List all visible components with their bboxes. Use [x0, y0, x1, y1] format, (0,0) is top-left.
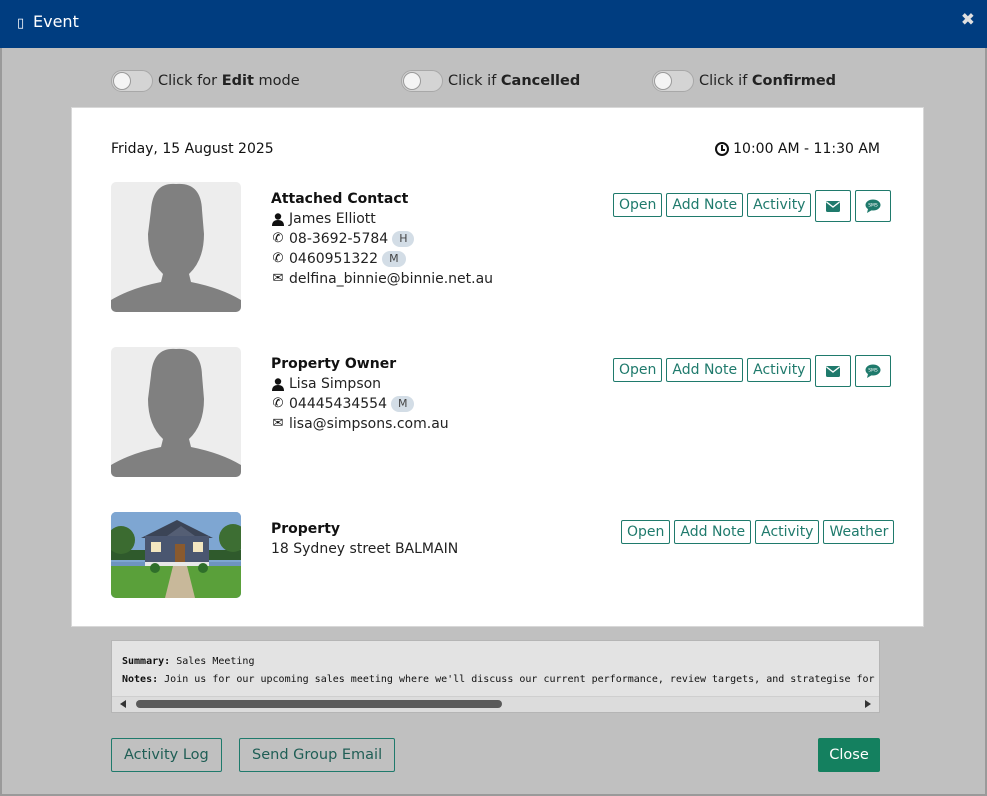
user-icon	[271, 212, 285, 226]
house-photo-image	[111, 512, 241, 598]
contact-heading: Attached Contact	[271, 191, 409, 207]
contact-phone-mobile[interactable]: 0460951322	[289, 249, 378, 269]
owner-name-row: Lisa Simpson	[271, 374, 449, 394]
envelope-icon: ✉	[272, 416, 284, 431]
person-silhouette-icon	[111, 183, 241, 312]
confirmed-toggle[interactable]	[652, 70, 694, 92]
cancelled-label: Click if Cancelled	[448, 73, 581, 89]
svg-text:SMS: SMS	[869, 368, 879, 374]
owner-open-button[interactable]: Open	[613, 358, 663, 382]
envelope-icon	[826, 365, 841, 377]
edit-mode-toggle[interactable]	[111, 70, 153, 92]
owner-email-button[interactable]	[815, 355, 852, 387]
contact-phone-home[interactable]: 08-3692-5784	[289, 229, 388, 249]
notes-line: Notes: Join us for our upcoming sales me…	[122, 674, 875, 685]
owner-email-row: ✉ lisa@simpsons.com.au	[271, 414, 449, 434]
phone-type-badge: H	[392, 231, 415, 247]
owner-actions: Open Add Note Activity SMS	[613, 355, 892, 387]
phone-icon: ✆	[272, 396, 284, 411]
contact-name-row: James Elliott	[271, 209, 493, 229]
dialog-title: Event	[33, 12, 79, 31]
property-info: Property 18 Sydney street BALMAIN	[271, 519, 458, 559]
contact-actions: Open Add Note Activity SMS	[613, 190, 892, 222]
phone-type-badge: M	[390, 396, 415, 412]
event-time-text: 10:00 AM - 11:30 AM	[733, 141, 880, 157]
scrollbar-thumb[interactable]	[136, 700, 502, 708]
user-icon	[271, 377, 285, 391]
person-silhouette-icon	[111, 348, 241, 477]
envelope-icon: ✉	[272, 271, 284, 286]
owner-add-note-button[interactable]: Add Note	[666, 358, 744, 382]
calendar-icon: ▯	[17, 16, 25, 31]
property-photo	[111, 512, 241, 598]
contact-open-button[interactable]: Open	[613, 193, 663, 217]
contact-sms-button[interactable]: SMS	[855, 190, 892, 222]
contact-add-note-button[interactable]: Add Note	[666, 193, 744, 217]
property-activity-button[interactable]: Activity	[755, 520, 820, 544]
event-notes-box[interactable]: Summary: Sales Meeting Notes: Join us fo…	[111, 640, 880, 713]
owner-info: Property Owner Lisa Simpson ✆ 0444543455…	[271, 354, 449, 434]
owner-sms-button[interactable]: SMS	[855, 355, 892, 387]
phone-icon: ✆	[272, 231, 284, 246]
edit-mode-toggle-row: Click for Edit mode	[111, 70, 300, 92]
contact-name: James Elliott	[289, 211, 376, 227]
owner-name: Lisa Simpson	[289, 376, 382, 392]
toggle-knob	[654, 72, 672, 90]
phone-icon: ✆	[272, 251, 284, 266]
contact-avatar	[111, 182, 241, 312]
cancelled-toggle-row: Click if Cancelled	[401, 70, 580, 92]
close-icon[interactable]: ✖	[961, 10, 975, 30]
close-button[interactable]: Close	[818, 738, 880, 772]
confirmed-label: Click if Confirmed	[699, 73, 837, 89]
toggle-knob	[403, 72, 421, 90]
svg-text:SMS: SMS	[869, 203, 879, 209]
sms-icon: SMS	[865, 364, 881, 378]
owner-phone-row: ✆ 04445434554 M	[271, 394, 449, 414]
sms-icon: SMS	[865, 199, 881, 213]
owner-activity-button[interactable]: Activity	[747, 358, 812, 382]
clock-icon	[715, 142, 730, 156]
cancelled-toggle[interactable]	[401, 70, 443, 92]
event-time: 10:00 AM - 11:30 AM	[715, 141, 880, 157]
owner-avatar	[111, 347, 241, 477]
property-actions: Open Add Note Activity Weather	[621, 520, 895, 544]
activity-log-button[interactable]: Activity Log	[111, 738, 222, 772]
property-open-button[interactable]: Open	[621, 520, 671, 544]
event-date: Friday, 15 August 2025	[111, 141, 274, 157]
property-add-note-button[interactable]: Add Note	[674, 520, 752, 544]
owner-email[interactable]: lisa@simpsons.com.au	[289, 414, 449, 434]
send-group-email-button[interactable]: Send Group Email	[239, 738, 396, 772]
owner-heading: Property Owner	[271, 356, 397, 372]
owner-phone-mobile[interactable]: 04445434554	[289, 394, 387, 414]
contact-email[interactable]: delfina_binnie@binnie.net.au	[289, 269, 493, 289]
scroll-left-icon[interactable]	[120, 700, 126, 708]
contact-phone-row: ✆ 0460951322 M	[271, 249, 493, 269]
contact-email-row: ✉ delfina_binnie@binnie.net.au	[271, 269, 494, 289]
scroll-right-icon[interactable]	[865, 700, 871, 708]
envelope-icon	[826, 200, 841, 212]
horizontal-scrollbar[interactable]	[112, 696, 879, 712]
event-notes-text: Summary: Sales Meeting Notes: Join us fo…	[122, 653, 875, 689]
property-address: 18 Sydney street BALMAIN	[271, 541, 459, 557]
confirmed-toggle-row: Click if Confirmed	[652, 70, 836, 92]
toggle-knob	[113, 72, 131, 90]
contact-phone-row: ✆ 08-3692-5784 H	[271, 229, 493, 249]
contact-email-button[interactable]	[815, 190, 852, 222]
property-heading: Property	[271, 521, 341, 537]
edit-mode-label: Click for Edit mode	[158, 73, 300, 89]
phone-type-badge: M	[382, 251, 406, 267]
summary-line: Summary: Sales Meeting	[122, 656, 255, 667]
contact-activity-button[interactable]: Activity	[747, 193, 812, 217]
property-weather-button[interactable]: Weather	[823, 520, 895, 544]
dialog-titlebar: ▯ Event ✖	[0, 0, 987, 48]
contact-info: Attached Contact James Elliott ✆ 08-3692…	[271, 189, 493, 289]
